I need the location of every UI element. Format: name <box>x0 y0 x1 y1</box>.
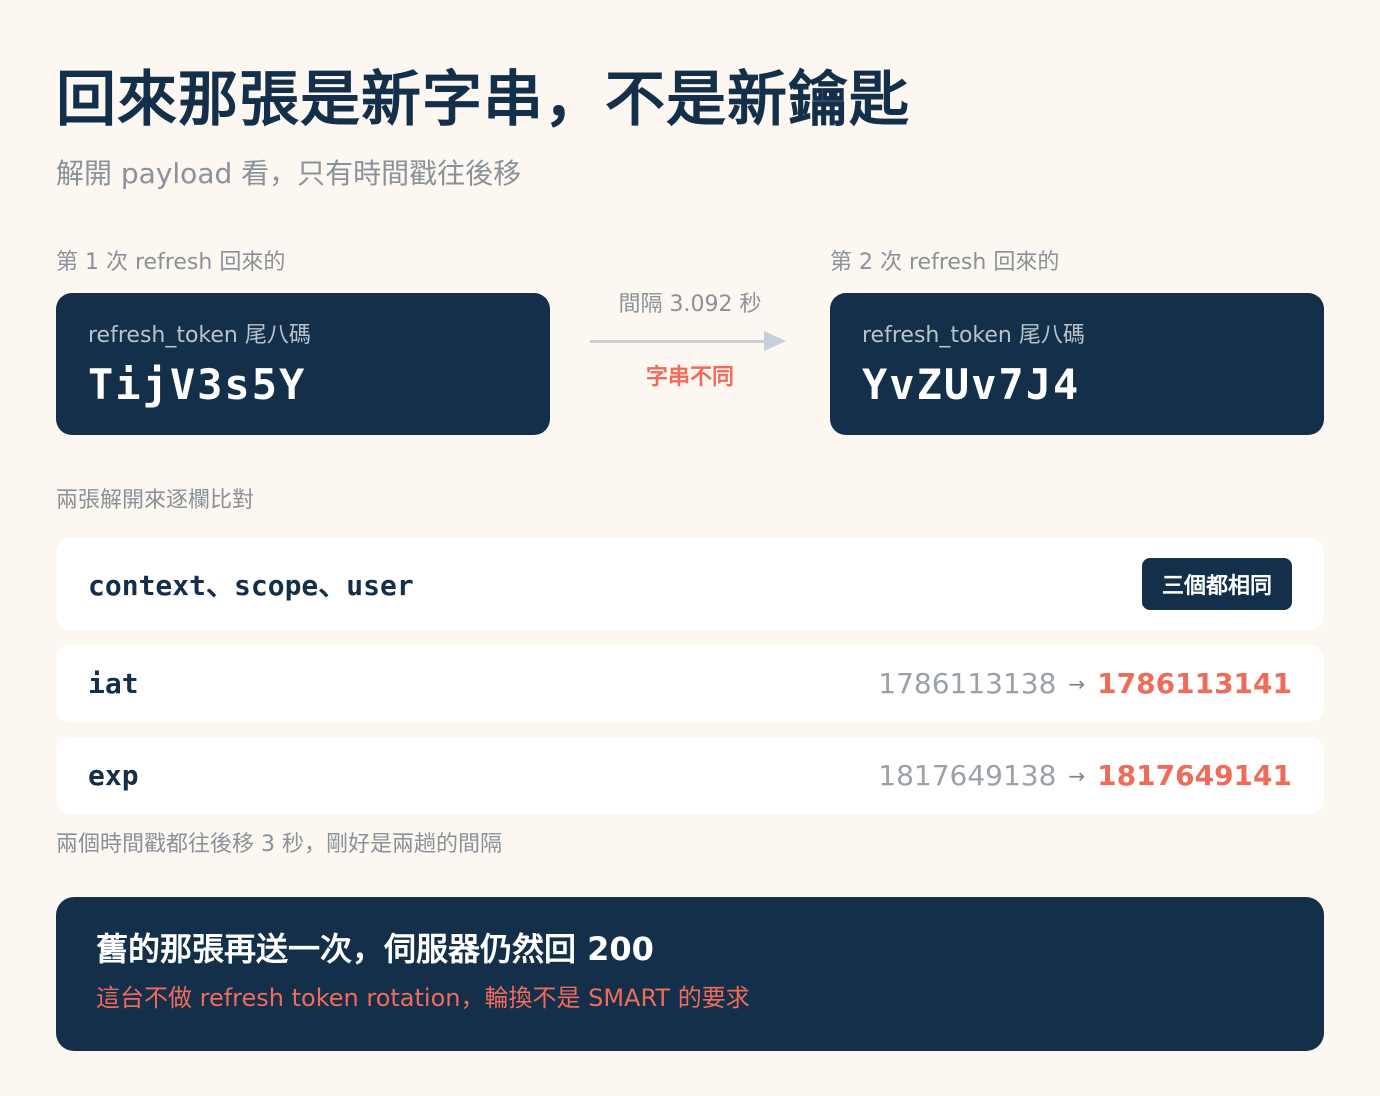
compare-row-exp: exp 1817649138 → 1817649141 <box>56 737 1324 814</box>
row-key: iat <box>88 667 139 700</box>
second-token-value: YvZUv7J4 <box>862 360 1081 409</box>
arrow-head-icon <box>764 331 786 351</box>
row-values: 1786113138 → 1786113141 <box>878 667 1292 700</box>
first-token-card: refresh_token 尾八碼 TijV3s5Y <box>56 293 550 435</box>
interval-label: 間隔 3.092 秒 <box>618 292 762 317</box>
second-refresh-label: 第 2 次 refresh 回來的 <box>830 250 1060 275</box>
page-title: 回來那張是新字串，不是新鑰匙 <box>56 65 910 135</box>
second-token-card: refresh_token 尾八碼 YvZUv7J4 <box>830 293 1324 435</box>
compare-row-claims: context、scope、user 三個都相同 <box>56 538 1324 630</box>
first-token-value: TijV3s5Y <box>88 360 307 409</box>
page-subtitle: 解開 payload 看，只有時間戳往後移 <box>56 157 522 190</box>
new-value: 1817649141 <box>1097 759 1292 792</box>
same-badge: 三個都相同 <box>1141 558 1292 610</box>
row-key: context、scope、user <box>88 569 414 602</box>
callout-body: 這台不做 refresh token rotation，輪換不是 SMART 的… <box>96 984 750 1012</box>
callout-title: 舊的那張再送一次，伺服器仍然回 200 <box>96 930 654 968</box>
first-refresh-label: 第 1 次 refresh 回來的 <box>56 250 286 275</box>
token-caption: refresh_token 尾八碼 <box>862 323 1085 348</box>
conclusion-callout: 舊的那張再送一次，伺服器仍然回 200 這台不做 refresh token r… <box>56 897 1324 1051</box>
old-value: 1786113138 <box>878 667 1057 700</box>
row-values: 1817649138 → 1817649141 <box>878 759 1292 792</box>
new-value: 1786113141 <box>1097 667 1292 700</box>
arrow-right-icon <box>590 340 770 343</box>
arrow-right-icon: → <box>1068 763 1086 788</box>
difference-note: 字串不同 <box>645 365 734 390</box>
arrow-right-icon: → <box>1068 671 1086 696</box>
token-caption: refresh_token 尾八碼 <box>88 323 311 348</box>
comparison-label: 兩張解開來逐欄比對 <box>56 488 255 513</box>
compare-row-iat: iat 1786113138 → 1786113141 <box>56 645 1324 722</box>
footnote: 兩個時間戳都往後移 3 秒，剛好是兩趟的間隔 <box>56 832 502 857</box>
row-key: exp <box>88 759 139 792</box>
old-value: 1817649138 <box>878 759 1057 792</box>
